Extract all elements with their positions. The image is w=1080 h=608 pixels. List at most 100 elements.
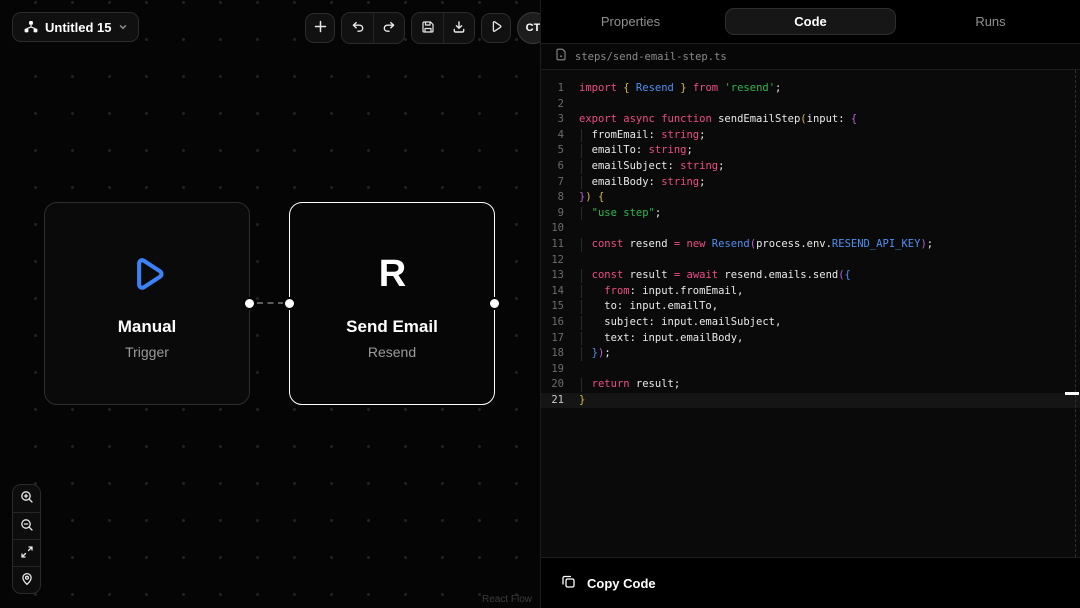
line-number: 21 (541, 393, 573, 409)
code-row[interactable]: 13 const result = await resend.emails.se… (541, 268, 1080, 284)
line-number: 4 (541, 128, 573, 144)
code-row[interactable]: 7 emailBody: string; (541, 175, 1080, 191)
code-row[interactable]: 15 to: input.emailTo, (541, 299, 1080, 315)
indent-guide (581, 207, 582, 221)
code-line[interactable]: emailBody: string; (573, 175, 1080, 191)
code-line[interactable]: from: input.fromEmail, (573, 284, 1080, 300)
code-line[interactable]: emailTo: string; (573, 143, 1080, 159)
indent-guide (581, 160, 582, 174)
zoom-in-button[interactable] (13, 485, 40, 512)
code-row[interactable]: 10 (541, 221, 1080, 237)
app: Untitled 15 (0, 0, 1080, 608)
file-icon (555, 48, 567, 66)
save-button[interactable] (412, 13, 443, 43)
code-line[interactable]: export async function sendEmailStep(inpu… (573, 112, 1080, 128)
code-row[interactable]: 21} (541, 393, 1080, 409)
handle-manual-source[interactable] (243, 297, 256, 310)
edge-connection[interactable] (257, 302, 284, 304)
tab-properties[interactable]: Properties (546, 8, 715, 35)
line-number: 7 (541, 175, 573, 191)
code-line[interactable]: fromEmail: string; (573, 128, 1080, 144)
code-line[interactable] (573, 97, 1080, 113)
flow-canvas[interactable]: Untitled 15 (0, 0, 540, 608)
code-line[interactable]: const result = await resend.emails.send(… (573, 268, 1080, 284)
code-line[interactable]: emailSubject: string; (573, 159, 1080, 175)
node-title: Manual (118, 317, 177, 337)
code-line[interactable]: to: input.emailTo, (573, 299, 1080, 315)
undo-button[interactable] (342, 13, 373, 43)
code-row[interactable]: 5 emailTo: string; (541, 143, 1080, 159)
indent-guide (581, 129, 582, 143)
code-row[interactable]: 2 (541, 97, 1080, 113)
node-manual-trigger[interactable]: Manual Trigger (44, 202, 250, 405)
redo-button[interactable] (373, 13, 404, 43)
magnifier-minus-icon (20, 518, 34, 535)
play-outline-icon (125, 249, 169, 299)
download-icon (452, 20, 466, 37)
code-line[interactable]: return result; (573, 377, 1080, 393)
copy-code-label: Copy Code (587, 576, 656, 591)
line-number: 20 (541, 377, 573, 393)
code-row[interactable]: 16 subject: input.emailSubject, (541, 315, 1080, 331)
code-line[interactable]: } (573, 393, 1080, 409)
code-line[interactable] (573, 253, 1080, 269)
code-line[interactable]: "use step"; (573, 206, 1080, 222)
line-number: 8 (541, 190, 573, 206)
floppy-disk-icon (421, 20, 435, 37)
node-subtitle: Resend (368, 344, 416, 360)
line-number: 13 (541, 268, 573, 284)
download-button[interactable] (443, 13, 474, 43)
code-row[interactable]: 6 emailSubject: string; (541, 159, 1080, 175)
handle-send-email-source[interactable] (488, 297, 501, 310)
code-row[interactable]: 8}) { (541, 190, 1080, 206)
line-number: 2 (541, 97, 573, 113)
code-row[interactable]: 17 text: input.emailBody, (541, 331, 1080, 347)
editor-scrollbar[interactable] (1075, 70, 1076, 557)
line-number: 11 (541, 237, 573, 253)
zoom-out-button[interactable] (13, 512, 40, 539)
line-number: 3 (541, 112, 573, 128)
indent-guide (581, 316, 582, 330)
code-line[interactable]: const resend = new Resend(process.env.RE… (573, 237, 1080, 253)
code-row[interactable]: 1import { Resend } from 'resend'; (541, 81, 1080, 97)
magnifier-plus-icon (20, 490, 34, 507)
code-row[interactable]: 18 }); (541, 346, 1080, 362)
line-number: 17 (541, 331, 573, 347)
code-row[interactable]: 4 fromEmail: string; (541, 128, 1080, 144)
code-line[interactable] (573, 221, 1080, 237)
add-node-button[interactable] (305, 13, 335, 43)
code-row[interactable]: 12 (541, 253, 1080, 269)
workflow-name-button[interactable]: Untitled 15 (12, 12, 139, 42)
code-row[interactable]: 20 return result; (541, 377, 1080, 393)
code-line[interactable] (573, 362, 1080, 378)
line-number: 19 (541, 362, 573, 378)
code-line[interactable]: subject: input.emailSubject, (573, 315, 1080, 331)
user-avatar[interactable]: CT (517, 12, 540, 44)
copy-code-button[interactable]: Copy Code (561, 574, 656, 592)
code-row[interactable]: 11 const resend = new Resend(process.env… (541, 237, 1080, 253)
react-flow-attribution[interactable]: React Flow (482, 594, 532, 605)
code-row[interactable]: 9 "use step"; (541, 206, 1080, 222)
code-line[interactable]: }); (573, 346, 1080, 362)
scrollbar-cursor-marker[interactable] (1065, 392, 1079, 395)
copy-code-bar: Copy Code (541, 557, 1080, 608)
run-workflow-button[interactable] (481, 13, 511, 43)
code-row[interactable]: 19 (541, 362, 1080, 378)
file-button-group (411, 12, 475, 44)
fit-view-button[interactable] (13, 539, 40, 566)
code-row[interactable]: 14 from: input.fromEmail, (541, 284, 1080, 300)
handle-send-email-target[interactable] (283, 297, 296, 310)
file-path-bar: steps/send-email-step.ts (541, 44, 1080, 70)
code-row[interactable]: 3export async function sendEmailStep(inp… (541, 112, 1080, 128)
tab-runs[interactable]: Runs (906, 8, 1075, 35)
node-send-email[interactable]: R Send Email Resend (289, 202, 495, 405)
line-number: 10 (541, 221, 573, 237)
play-icon (490, 20, 503, 36)
code-editor[interactable]: 1import { Resend } from 'resend';23expor… (541, 70, 1080, 557)
node-subtitle: Trigger (125, 344, 169, 360)
code-line[interactable]: import { Resend } from 'resend'; (573, 81, 1080, 97)
locate-button[interactable] (13, 566, 40, 593)
code-line[interactable]: text: input.emailBody, (573, 331, 1080, 347)
tab-code[interactable]: Code (725, 8, 896, 35)
code-line[interactable]: }) { (573, 190, 1080, 206)
